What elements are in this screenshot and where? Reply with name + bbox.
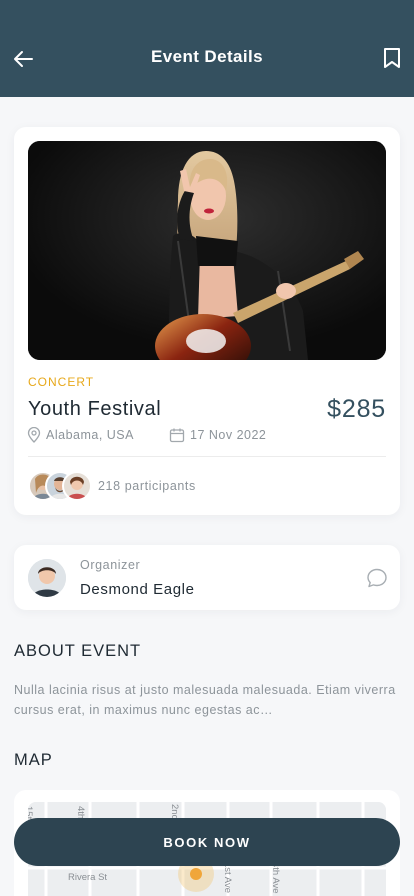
date-text: 17 Nov 2022 (190, 428, 267, 442)
about-section-title: ABOUT EVENT (14, 642, 142, 660)
event-card: CONCERT Youth Festival $285 Alabama, USA… (14, 127, 400, 515)
map-section-title: MAP (14, 751, 53, 769)
event-date: 17 Nov 2022 (169, 427, 266, 443)
organizer-label: Organizer (80, 558, 141, 572)
street-label: 4th Ave (270, 862, 281, 894)
location-pin-icon (27, 427, 41, 443)
event-price: $285 (327, 395, 386, 423)
calendar-icon (169, 428, 185, 443)
organizer-card: Organizer Desmond Eagle (14, 545, 400, 610)
bookmark-button[interactable] (381, 46, 403, 70)
location-text: Alabama, USA (46, 428, 134, 442)
page-title: Event Details (151, 47, 263, 66)
avatar (62, 471, 92, 501)
avatar (28, 559, 66, 597)
street-label: Rivera St (68, 872, 108, 883)
chat-bubble-icon (367, 568, 387, 588)
event-title: Youth Festival (28, 398, 162, 420)
street-label: 1st Ave (222, 862, 233, 893)
app-header: Event Details (0, 0, 414, 97)
book-now-button[interactable]: BOOK NOW (14, 818, 400, 866)
bookmark-icon (384, 48, 400, 68)
organizer-name: Desmond Eagle (80, 581, 195, 598)
about-description: Nulla lacinia risus at justo malesuada m… (14, 683, 396, 717)
divider (28, 456, 386, 457)
event-image (28, 141, 386, 360)
event-location: Alabama, USA (27, 427, 134, 443)
concert-photo-illustration (28, 141, 386, 360)
chat-button[interactable] (366, 567, 388, 589)
event-category: CONCERT (28, 375, 95, 389)
participants-count: 218 participants (98, 479, 196, 493)
participant-avatars[interactable] (28, 471, 92, 501)
